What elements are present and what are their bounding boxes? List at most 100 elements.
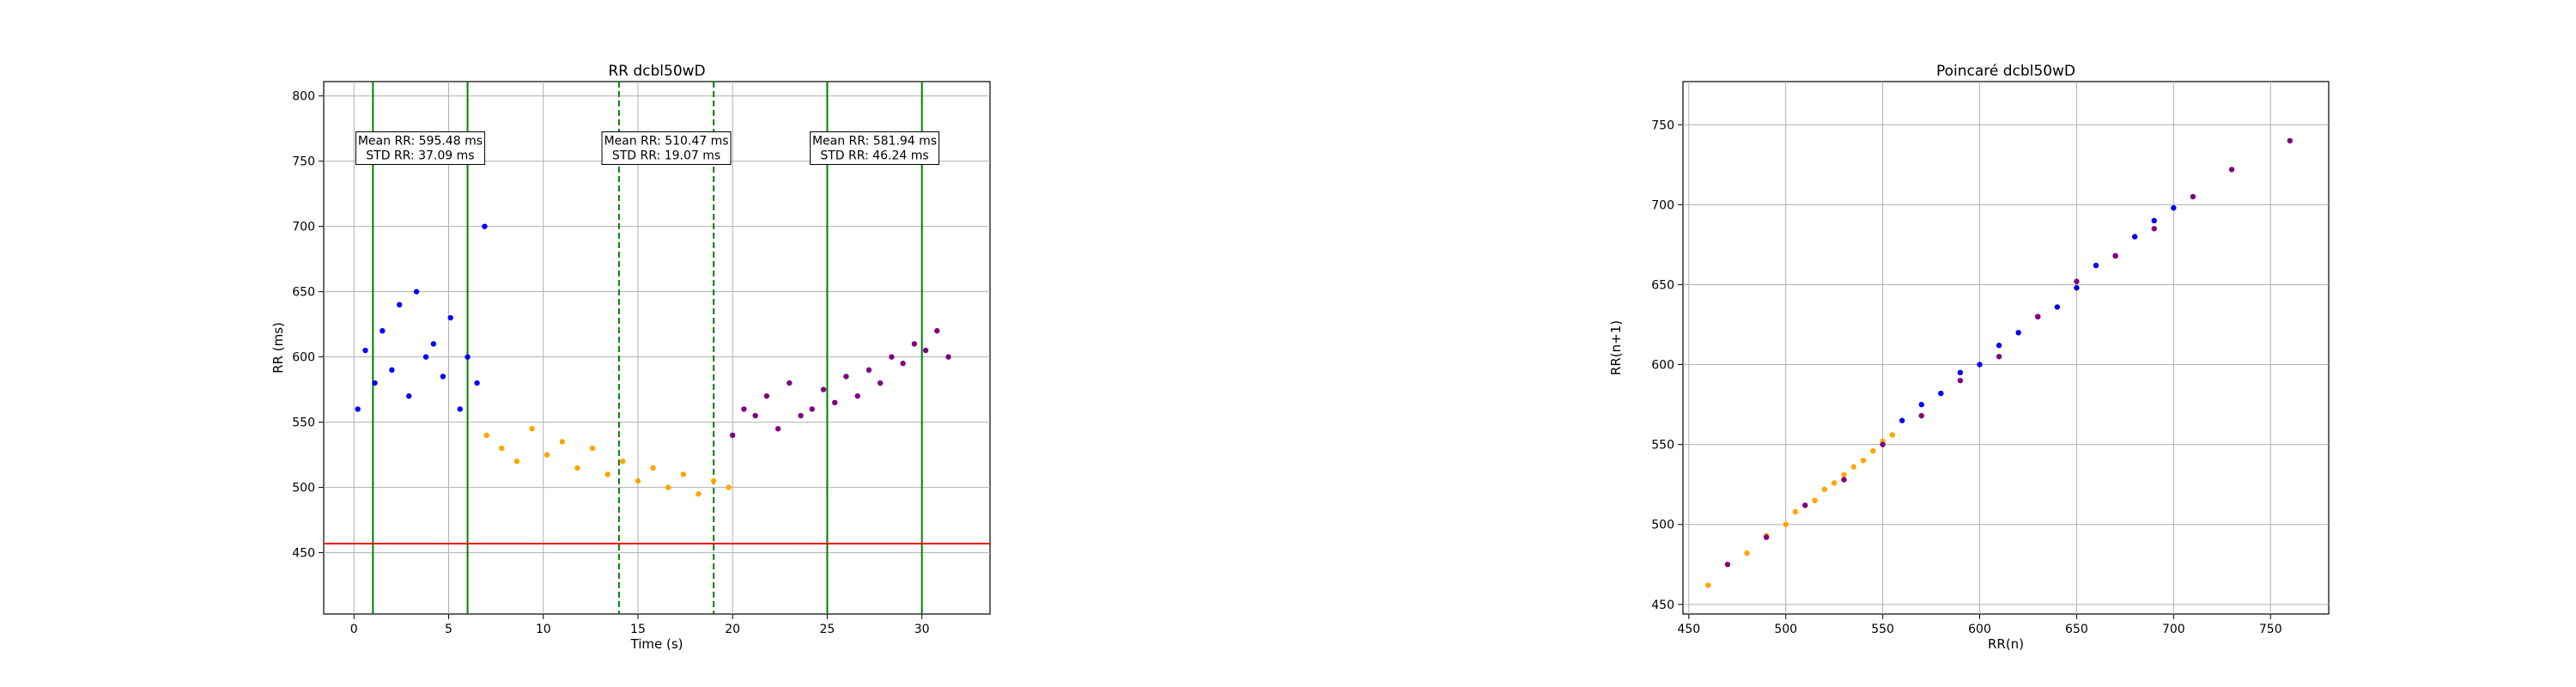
poincare-data-point xyxy=(1783,521,1789,527)
rr-points xyxy=(355,223,951,497)
rr-data-point xyxy=(589,445,596,452)
rr-data-point xyxy=(544,452,550,458)
poincare-data-point xyxy=(1977,362,1983,368)
poincare-data-point xyxy=(1957,369,1964,376)
poincare-data-point xyxy=(1821,486,1828,492)
rr-data-point xyxy=(934,328,940,334)
rr-x-tick-label: 30 xyxy=(914,623,930,636)
rr-data-point xyxy=(809,406,815,412)
poincare-ticks: 450 500 550 600 650 700 750 450 500 550 600 650 700 7… xyxy=(1651,119,2281,636)
rr-y-tick-label: 500 xyxy=(292,482,315,495)
poincare-y-tick-label: 750 xyxy=(1651,119,1674,132)
rr-data-point xyxy=(482,223,488,229)
poincare-data-point xyxy=(2171,204,2177,211)
poincare-data-point xyxy=(1996,354,2002,360)
poincare-chart-title: Poincaré dcbl50wD xyxy=(1936,63,2075,80)
rr-data-point xyxy=(440,374,447,380)
poincare-data-point xyxy=(2074,278,2080,284)
poincare-data-point xyxy=(1850,464,1856,470)
rr-data-point xyxy=(741,406,747,412)
rr-data-point xyxy=(945,354,951,360)
poincare-y-tick-label: 450 xyxy=(1651,599,1674,612)
poincare-data-point xyxy=(1957,377,1964,384)
rr-y-axis-label: RR (ms) xyxy=(270,322,286,374)
rr-y-tick-label: 750 xyxy=(292,155,315,169)
rr-annotation-text: STD RR: 19.07 ms xyxy=(612,149,720,163)
poincare-data-point xyxy=(2228,167,2235,173)
poincare-data-point xyxy=(1744,550,1750,556)
poincare-data-point xyxy=(2287,137,2293,144)
poincare-data-point xyxy=(1918,401,1924,408)
rr-data-point xyxy=(430,341,437,347)
rr-data-point xyxy=(499,445,505,452)
poincare-data-point xyxy=(1802,502,1808,508)
rr-y-tick-label: 550 xyxy=(292,416,315,430)
rr-data-point xyxy=(866,367,872,374)
rr-data-point xyxy=(529,426,535,432)
rr-data-point xyxy=(380,328,386,334)
poincare-x-tick-label: 450 xyxy=(1677,623,1700,636)
poincare-x-tick-label: 500 xyxy=(1774,623,1797,636)
poincare-data-point xyxy=(1705,582,1711,588)
chart-canvas: 0 5 10 15 20 25 30 450 500 550 600 650 700 750 800 Mea… xyxy=(270,63,2330,652)
rr-data-point xyxy=(911,341,918,347)
rr-x-axis-label: Time (s) xyxy=(630,636,683,652)
rr-x-tick-label: 20 xyxy=(725,623,740,636)
poincare-y-tick-label: 650 xyxy=(1651,278,1674,292)
rr-data-point xyxy=(465,354,471,360)
rr-ticks: 0 5 10 15 20 25 30 450 500 550 600 650 700 750 800 xyxy=(292,90,929,636)
rr-data-point xyxy=(710,477,717,484)
poincare-data-point xyxy=(2112,252,2118,259)
rr-data-point xyxy=(513,459,520,465)
poincare-y-tick-label: 550 xyxy=(1651,439,1674,453)
poincare-data-point xyxy=(2074,284,2080,291)
rr-x-tick-label: 0 xyxy=(350,623,358,636)
rr-data-point xyxy=(406,393,412,399)
rr-annotation-text: STD RR: 37.09 ms xyxy=(366,149,474,163)
poincare-data-point xyxy=(1792,508,1799,515)
rr-annotation-text: STD RR: 46.24 ms xyxy=(820,149,928,163)
rr-data-point xyxy=(820,386,827,392)
rr-data-point xyxy=(843,374,849,380)
poincare-data-point xyxy=(2093,262,2099,269)
poincare-data-point xyxy=(1918,412,1924,419)
rr-annotation-text: Mean RR: 510.47 ms xyxy=(604,135,728,149)
rr-annotation-text: Mean RR: 595.48 ms xyxy=(358,135,483,149)
poincare-data-point xyxy=(2151,226,2157,232)
poincare-y-tick-label: 700 xyxy=(1651,198,1674,212)
rr-y-tick-label: 800 xyxy=(292,90,315,104)
poincare-x-tick-label: 650 xyxy=(2065,623,2088,636)
rr-chart-title: RR dcbl50wD xyxy=(608,63,705,80)
rr-data-point xyxy=(372,380,378,386)
rr-data-point xyxy=(457,406,463,412)
poincare-x-tick-label: 700 xyxy=(2162,623,2185,636)
rr-data-point xyxy=(474,380,480,386)
poincare-data-point xyxy=(1938,390,1944,397)
poincare-data-point xyxy=(1763,534,1770,540)
rr-data-point xyxy=(620,459,626,465)
rr-data-point xyxy=(752,412,758,419)
poincare-data-point xyxy=(2035,313,2041,319)
rr-y-tick-label: 650 xyxy=(292,286,315,300)
poincare-data-point xyxy=(1724,562,1731,568)
poincare-x-axis-label: RR(n) xyxy=(1988,636,2024,652)
rr-data-point xyxy=(605,471,611,477)
rr-data-point xyxy=(574,465,580,471)
poincare-data-point xyxy=(1880,441,1886,447)
rr-data-point xyxy=(696,490,702,497)
poincare-data-point xyxy=(2190,193,2196,200)
rr-data-point xyxy=(362,347,368,354)
rr-data-point xyxy=(798,412,804,419)
rr-data-point xyxy=(889,354,895,360)
rr-data-point xyxy=(650,465,656,471)
rr-x-tick-label: 10 xyxy=(536,623,551,636)
rr-data-point xyxy=(483,432,489,439)
poincare-x-tick-label: 550 xyxy=(1871,623,1894,636)
rr-data-point xyxy=(680,471,687,477)
poincare-data-point xyxy=(1899,417,1905,423)
rr-data-point xyxy=(413,289,420,295)
rr-time-chart: 0 5 10 15 20 25 30 450 500 550 600 650 700 750 800 Mea… xyxy=(270,63,991,652)
rr-data-point xyxy=(775,426,781,432)
rr-data-point xyxy=(787,380,793,386)
rr-data-point xyxy=(396,301,403,308)
